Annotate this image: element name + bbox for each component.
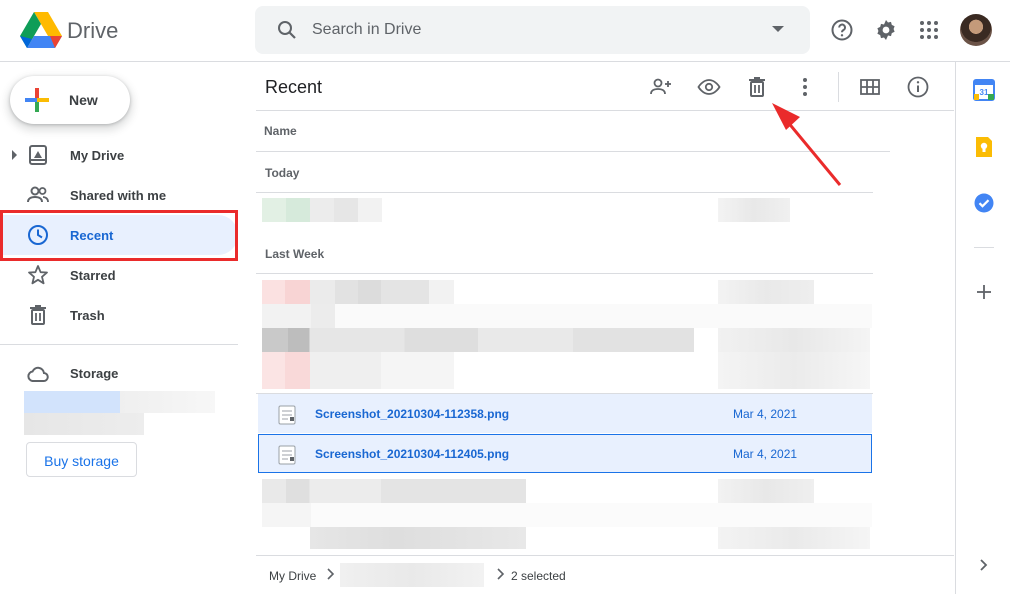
blurred-file-row <box>310 527 526 549</box>
group-label-last-week: Last Week <box>265 247 325 261</box>
sidebar-item-label: Trash <box>70 308 105 323</box>
sidebar-item-shared-with-me[interactable]: Shared with me <box>0 175 238 215</box>
file-row-selected[interactable]: Screenshot_20210304-112358.png Mar 4, 20… <box>258 394 872 433</box>
settings-icon[interactable] <box>874 18 898 42</box>
row-divider <box>256 273 873 274</box>
blurred-file-row <box>262 198 382 222</box>
sidebar-item-my-drive[interactable]: My Drive <box>0 135 238 175</box>
file-date: Mar 4, 2021 <box>733 407 798 421</box>
search-bar[interactable]: Search in Drive <box>255 6 810 54</box>
chevron-right-icon[interactable] <box>976 558 990 572</box>
search-icon[interactable] <box>275 18 299 42</box>
selection-footer: My Drive 2 selected <box>256 555 954 594</box>
buy-storage-button[interactable]: Buy storage <box>26 442 137 477</box>
storage-label: Storage <box>70 366 119 381</box>
plus-icon <box>25 88 49 112</box>
rail-separator <box>974 247 994 248</box>
blurred-file-date <box>718 198 790 222</box>
breadcrumb-my-drive[interactable]: My Drive <box>269 569 316 583</box>
share-icon[interactable] <box>649 75 673 99</box>
blurred-file-date <box>718 352 870 389</box>
blurred-file-date <box>718 479 814 503</box>
trash-icon <box>30 305 46 325</box>
more-icon[interactable] <box>793 75 817 99</box>
breadcrumb-blurred <box>340 563 484 587</box>
chevron-right-icon <box>327 568 335 580</box>
preview-icon[interactable] <box>697 75 721 99</box>
star-icon <box>28 265 48 285</box>
blurred-file-date <box>718 527 870 549</box>
sidebar-item-label: Starred <box>70 268 116 283</box>
info-icon[interactable] <box>906 75 930 99</box>
storage-usage-remaining <box>120 391 215 413</box>
annotation-highlight-box <box>0 210 238 261</box>
search-input[interactable]: Search in Drive <box>312 21 421 39</box>
new-button-label: New <box>69 92 98 108</box>
grid-view-icon[interactable] <box>858 75 882 99</box>
tasks-icon[interactable] <box>973 192 995 214</box>
row-divider <box>256 192 873 193</box>
trash-icon[interactable] <box>745 75 769 99</box>
file-row-selected-focused[interactable]: Screenshot_20210304-112405.png Mar 4, 20… <box>258 434 872 473</box>
sidebar-item-starred[interactable]: Starred <box>0 255 238 295</box>
add-addon-icon[interactable] <box>974 282 994 302</box>
blurred-file-row <box>262 304 872 328</box>
search-options-icon[interactable] <box>772 26 784 32</box>
side-panel-rail: 31 <box>955 62 1010 594</box>
new-button[interactable]: New <box>10 76 130 124</box>
cloud-icon <box>27 366 49 382</box>
svg-text:31: 31 <box>980 88 989 97</box>
file-name: Screenshot_20210304-112405.png <box>315 447 510 461</box>
sidebar-item-label: Shared with me <box>70 188 167 203</box>
row-divider <box>256 151 890 152</box>
drive-logo-icon[interactable] <box>20 12 62 48</box>
image-file-icon <box>278 405 296 425</box>
column-header-name[interactable]: Name <box>264 124 297 138</box>
expand-arrow-icon[interactable] <box>12 150 17 160</box>
selected-count: 2 selected <box>511 569 566 583</box>
sidebar-item-trash[interactable]: Trash <box>0 295 238 335</box>
file-date: Mar 4, 2021 <box>733 447 798 461</box>
sidebar-divider <box>0 344 238 345</box>
blurred-file-row <box>262 280 454 304</box>
page-title: Recent <box>265 77 323 97</box>
buy-storage-label: Buy storage <box>44 453 119 469</box>
file-name: Screenshot_20210304-112358.png <box>315 407 510 421</box>
storage-usage-bar <box>24 391 120 413</box>
group-label-today: Today <box>265 166 300 180</box>
blurred-file-row <box>262 479 526 503</box>
header: Drive Search in Drive <box>0 0 1010 62</box>
help-icon[interactable] <box>830 18 854 42</box>
my-drive-icon <box>29 145 47 165</box>
image-file-icon <box>278 445 296 465</box>
storage-usage-text <box>24 413 144 435</box>
keep-icon[interactable] <box>973 136 995 158</box>
toolbar-separator <box>838 72 839 102</box>
blurred-file-date <box>718 280 814 304</box>
sidebar-item-label: My Drive <box>70 148 125 163</box>
apps-icon[interactable] <box>917 18 941 42</box>
blurred-file-row <box>262 503 872 527</box>
account-avatar[interactable] <box>960 14 992 46</box>
shared-icon <box>27 186 49 203</box>
calendar-icon[interactable]: 31 <box>973 79 995 101</box>
toolbar-divider <box>256 110 954 111</box>
blurred-file-date <box>718 328 870 352</box>
brand-name: Drive <box>67 18 119 43</box>
blurred-file-row <box>262 328 694 352</box>
chevron-right-icon <box>497 568 505 580</box>
blurred-file-row <box>262 352 454 389</box>
